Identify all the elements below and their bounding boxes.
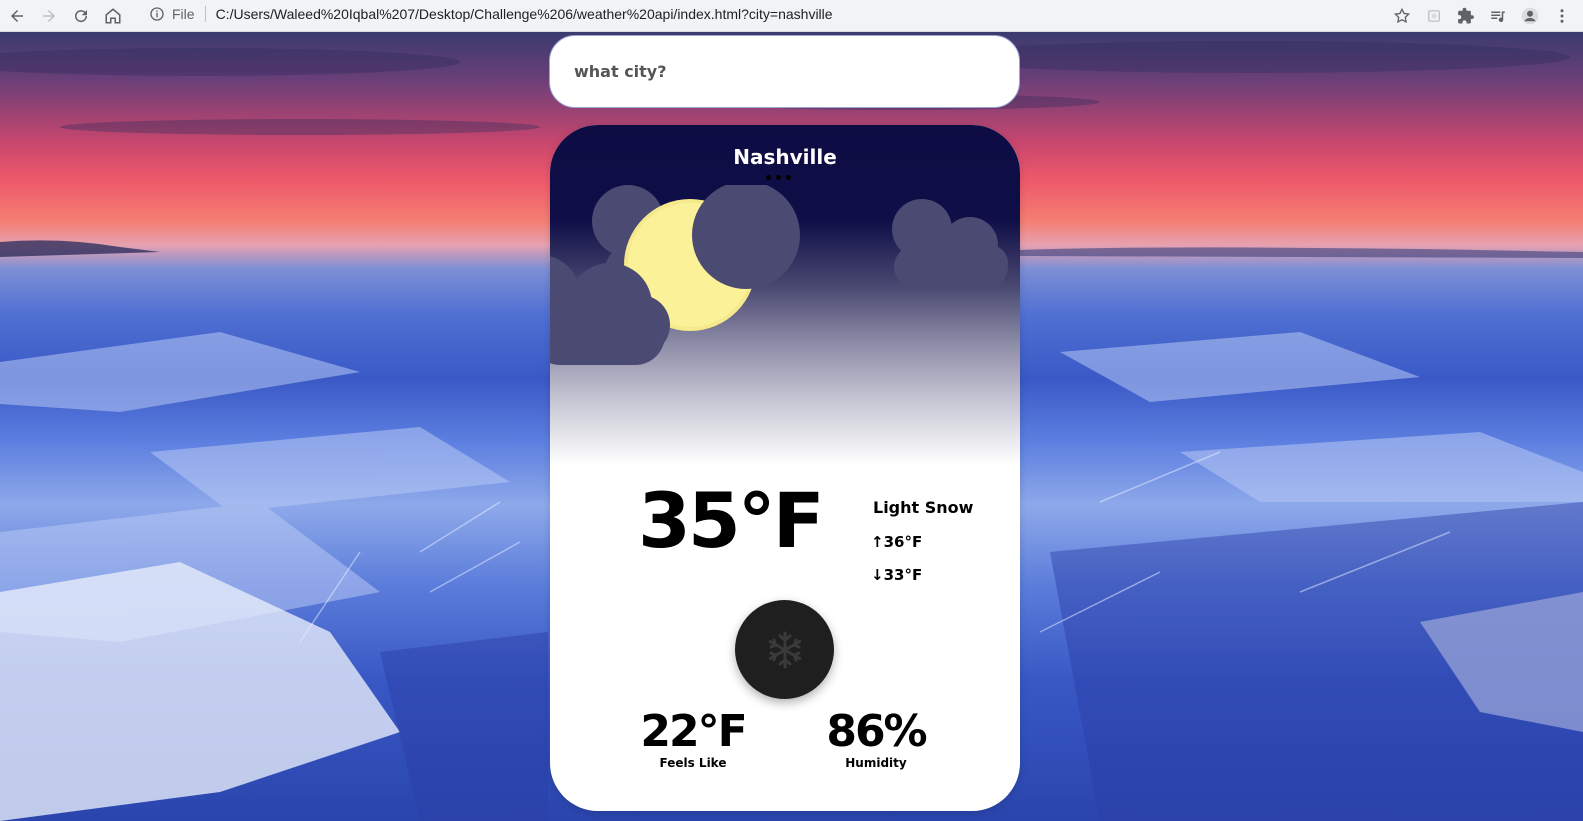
back-button[interactable] [2,3,32,29]
puzzle-icon [1458,7,1474,24]
reload-icon [75,9,88,22]
current-temperature: 35°F [638,476,825,565]
humidity-stat: 86% Humidity [801,706,951,771]
city-name: Nashville [733,145,837,169]
arrow-right-icon [43,9,55,22]
humidity-value: 86% [826,706,927,757]
file-scheme-label: File [172,6,206,22]
browser-toolbar: File C:/Users/Waleed%20Iqbal%207/Desktop… [0,0,1583,32]
weather-condition-badge [735,600,834,699]
extensions-menu-button[interactable] [1453,3,1479,29]
night-sky-illustration [550,185,1008,365]
snowflake-icon [768,631,801,668]
city-search-input[interactable] [574,62,994,81]
reading-list-button[interactable] [1485,3,1511,29]
address-bar[interactable]: File C:/Users/Waleed%20Iqbal%207/Desktop… [140,2,1420,26]
media-queue-icon [1491,11,1505,23]
arrow-left-icon [11,9,23,22]
url-text[interactable]: C:/Users/Waleed%20Iqbal%207/Desktop/Chal… [216,6,833,22]
profile-button[interactable] [1517,3,1543,29]
page-background: Nashville [0,32,1583,821]
city-search-box[interactable] [549,35,1020,108]
feels-like-stat: 22°F Feels Like [618,706,768,771]
weather-description: Light Snow [873,498,974,517]
feels-like-value: 22°F [640,706,747,757]
account-icon [1521,7,1539,25]
loading-dots [766,175,791,180]
feels-like-label: Feels Like [659,756,727,770]
star-icon [1393,7,1411,24]
home-button[interactable] [98,3,128,29]
reload-button[interactable] [66,3,96,29]
more-vert-icon [1560,9,1564,23]
extension-button[interactable] [1421,3,1447,29]
info-icon[interactable] [148,5,166,23]
weather-card: Nashville 35°F Light Snow ↑36°F ↓33°F 22… [550,125,1020,811]
browser-menu-button[interactable] [1549,3,1575,29]
low-temperature: ↓33°F [871,566,923,584]
humidity-label: Humidity [845,756,907,770]
forward-button[interactable] [34,3,64,29]
home-icon [105,7,121,23]
high-temperature: ↑36°F [871,533,923,551]
cloud-icon [892,199,1008,289]
bookmark-star-button[interactable] [1389,3,1415,29]
extension-square-icon [1428,10,1440,22]
